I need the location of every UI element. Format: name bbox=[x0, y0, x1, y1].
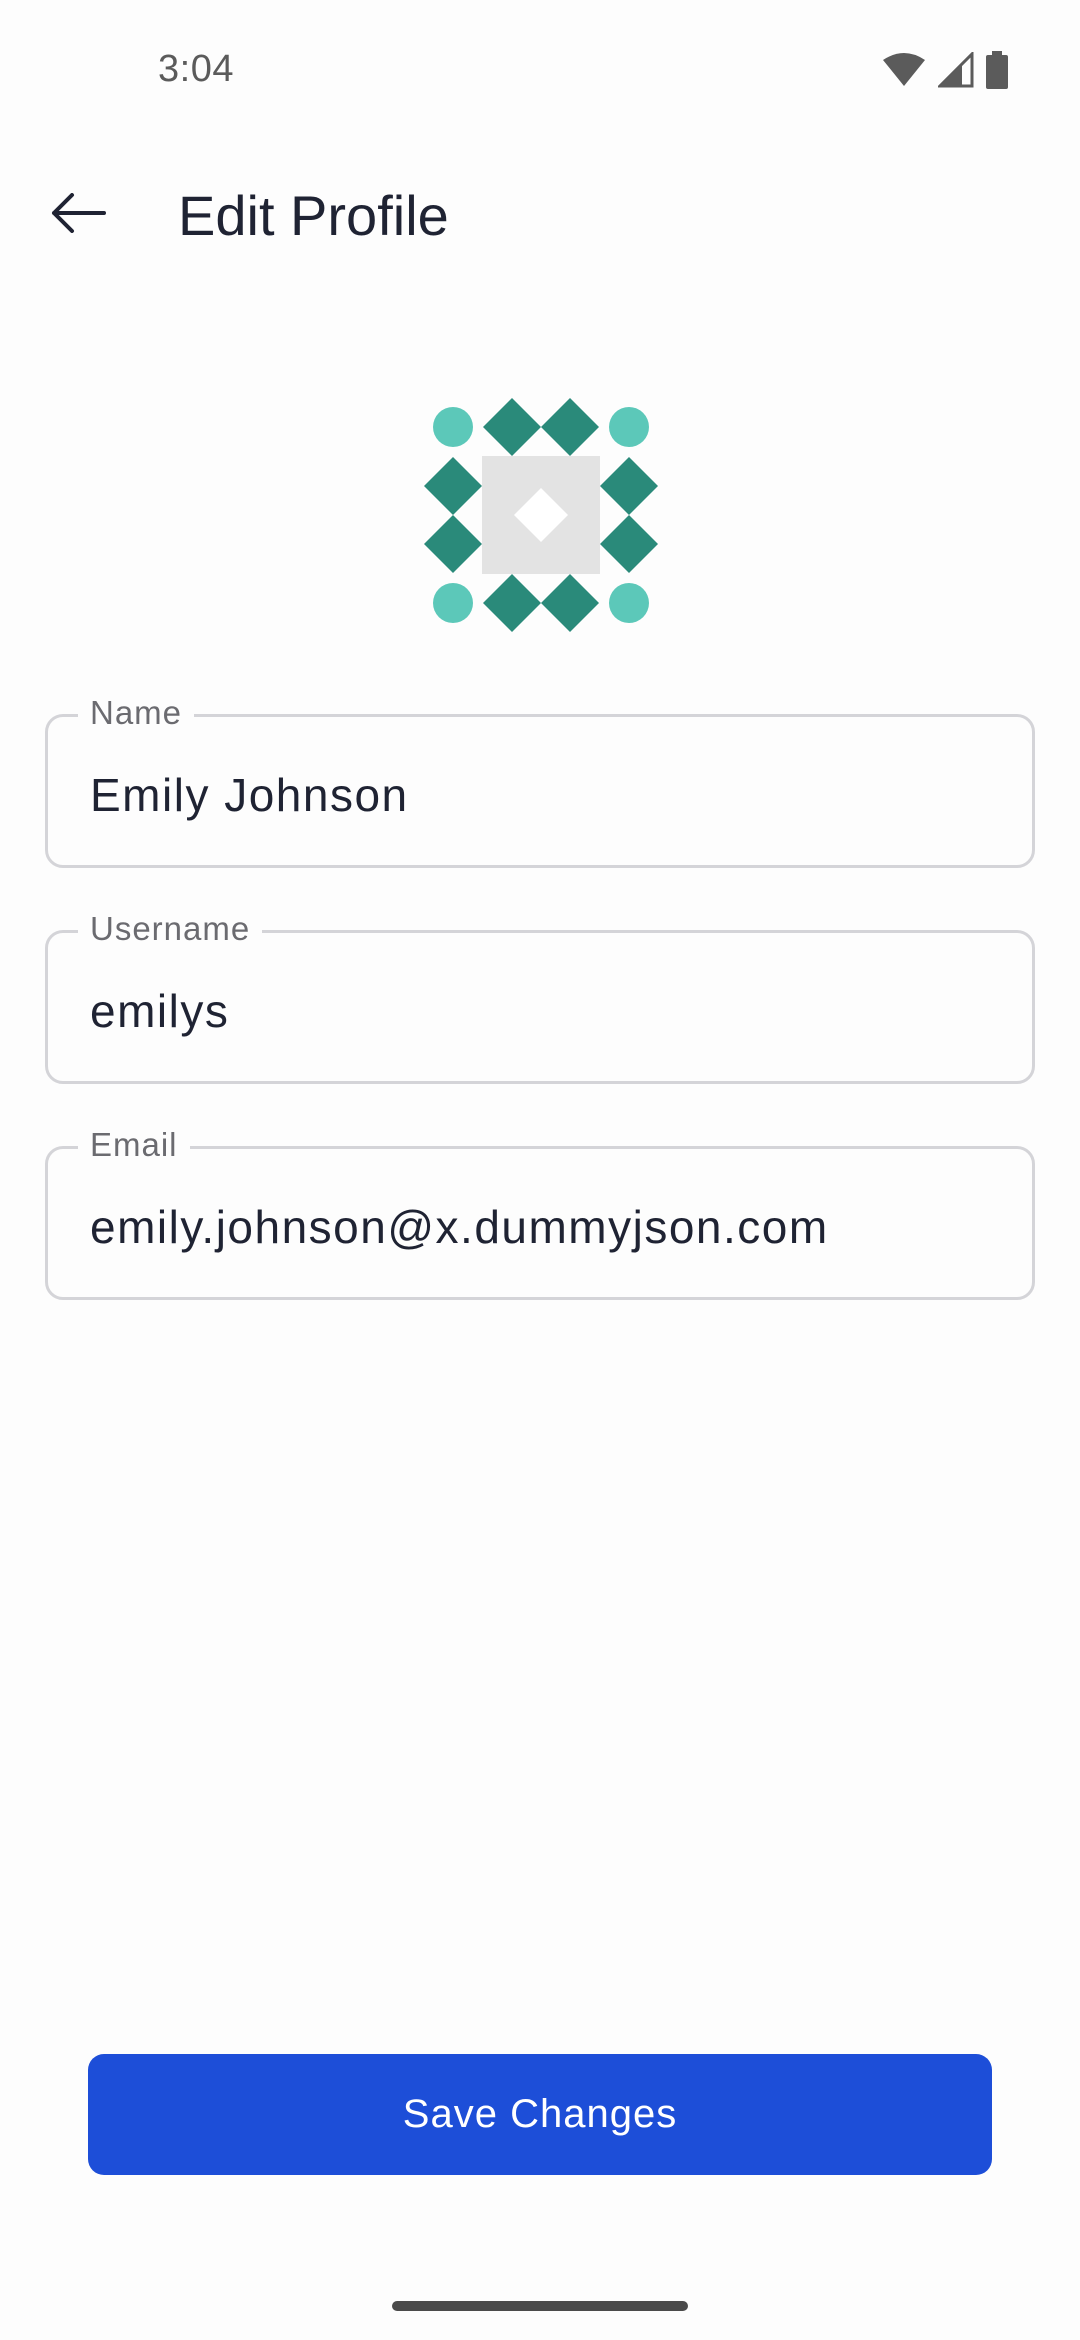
identicon-image bbox=[424, 398, 658, 632]
username-field[interactable]: Username bbox=[45, 909, 1035, 1084]
save-changes-button[interactable]: Save Changes bbox=[88, 2054, 992, 2175]
name-input[interactable] bbox=[90, 767, 990, 823]
name-field-label: Name bbox=[78, 693, 195, 733]
name-field[interactable]: Name bbox=[45, 693, 1035, 868]
cellular-signal-icon bbox=[938, 52, 974, 88]
email-input[interactable] bbox=[90, 1199, 990, 1255]
back-button[interactable] bbox=[40, 177, 116, 253]
email-field[interactable]: Email bbox=[45, 1125, 1035, 1300]
top-app-bar: Edit Profile bbox=[0, 150, 1080, 280]
status-bar: 3:04 bbox=[0, 0, 1080, 140]
wifi-icon bbox=[882, 52, 926, 88]
page-title: Edit Profile bbox=[178, 184, 449, 247]
battery-icon bbox=[986, 51, 1008, 89]
username-field-label: Username bbox=[78, 909, 263, 949]
status-icons bbox=[882, 50, 1008, 90]
avatar[interactable] bbox=[424, 398, 658, 632]
status-time: 3:04 bbox=[158, 48, 234, 90]
arrow-left-icon bbox=[50, 192, 106, 238]
username-input[interactable] bbox=[90, 983, 990, 1039]
email-field-label: Email bbox=[78, 1125, 190, 1165]
home-indicator[interactable] bbox=[392, 2301, 688, 2311]
